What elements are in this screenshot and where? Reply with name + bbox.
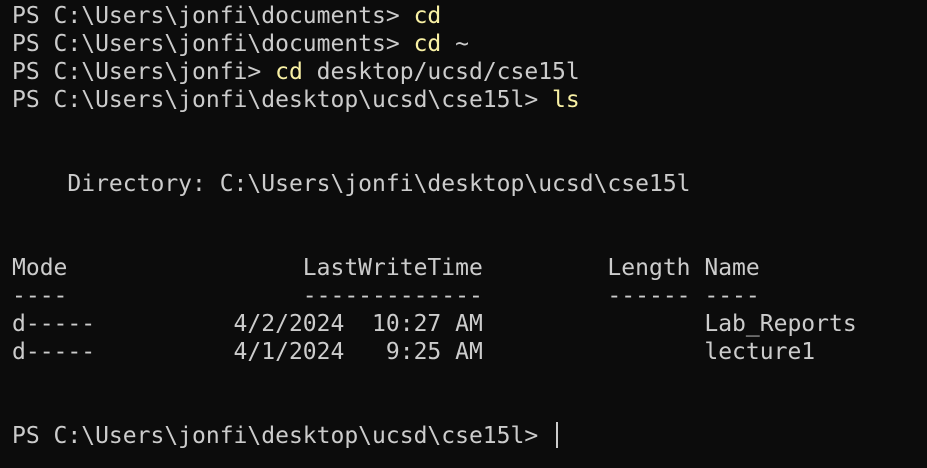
listing-separator: ---- ------------- ------ ---- [12,283,760,309]
command-argument: desktop/ucsd/cse15l [302,59,580,85]
input-line[interactable]: PS C:\Users\jonfi\desktop\ucsd\cse15l> [12,422,927,450]
listing-row: d----- 4/1/2024 9:25 AM lecture1 [12,339,816,365]
command-line-1: PS C:\Users\jonfi\documents> cd [12,2,927,30]
prompt: PS C:\Users\jonfi\desktop\ucsd\cse15l> [12,423,553,449]
prompt: PS C:\Users\jonfi\documents> [12,31,414,57]
command: cd [275,59,303,85]
command: cd [413,3,442,29]
listing-header: Mode LastWriteTime Length Name [12,255,760,281]
command: cd [413,31,442,57]
prompt: PS C:\Users\jonfi\documents> [12,3,414,29]
command-argument: ~ [441,31,469,57]
prompt: PS C:\Users\jonfi> [12,59,276,85]
command-line-2: PS C:\Users\jonfi\documents> cd ~ [12,30,927,58]
directory-line: Directory: C:\Users\jonfi\desktop\ucsd\c… [12,171,691,197]
command-line-4: PS C:\Users\jonfi\desktop\ucsd\cse15l> l… [12,86,927,114]
text-cursor[interactable] [556,422,559,448]
prompt: PS C:\Users\jonfi\desktop\ucsd\cse15l> [12,87,553,113]
command-line-3: PS C:\Users\jonfi> cd desktop/ucsd/cse15… [12,58,927,86]
terminal-window[interactable]: PS C:\Users\jonfi\documents> cd PS C:\Us… [0,0,927,468]
command: ls [552,87,580,113]
listing-row: d----- 4/2/2024 10:27 AM Lab_Reports [12,311,857,337]
